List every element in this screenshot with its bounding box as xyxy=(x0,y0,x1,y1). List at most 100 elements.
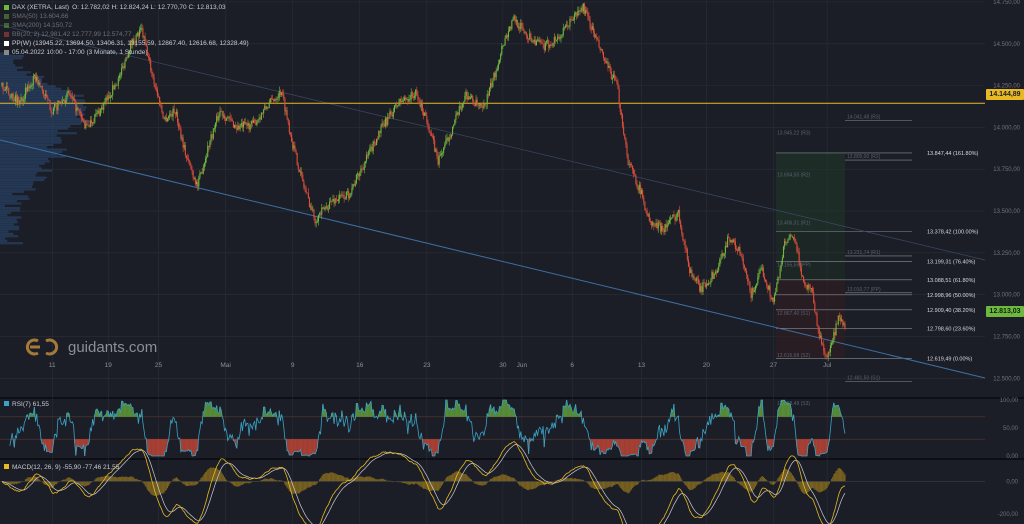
candle-body xyxy=(336,199,338,201)
candle-body xyxy=(351,188,353,193)
candle-body xyxy=(345,191,347,199)
candle-body xyxy=(430,133,432,136)
candle-body xyxy=(179,127,181,129)
profile-bar xyxy=(0,120,91,123)
candle-body xyxy=(736,248,738,251)
candle-body xyxy=(421,102,423,112)
candle-body xyxy=(503,45,505,46)
candle-body xyxy=(579,10,581,12)
candle-body xyxy=(27,85,29,92)
candle-body xyxy=(193,178,195,179)
pivot-label: 14.041,48 (R3) xyxy=(847,114,881,120)
candle-body xyxy=(166,118,169,122)
candle-body xyxy=(547,40,549,42)
candle-body xyxy=(84,121,86,129)
x-tick-label: 23 xyxy=(423,362,431,369)
fib-label: 13.378,42 (100.00%) xyxy=(927,229,979,235)
candle-body xyxy=(428,126,430,132)
legend-indicator[interactable]: BB(20, 2) 12.981,42 12.777,99 12.574,77 xyxy=(4,30,249,39)
candle-body xyxy=(697,279,700,284)
candle-body xyxy=(467,96,469,100)
legend-indicator[interactable]: 05.04.2022 10:00 - 17:00 (3 Monate, 1 St… xyxy=(4,48,249,57)
candle-body xyxy=(293,145,295,149)
profile-bar xyxy=(0,113,85,116)
candle-body xyxy=(327,208,330,210)
candle-body xyxy=(99,109,101,116)
macd-panel xyxy=(0,441,985,524)
candle-body xyxy=(353,184,355,186)
candle-body xyxy=(664,224,666,233)
candle-body xyxy=(294,145,296,151)
candle-body xyxy=(306,192,308,194)
candle-body xyxy=(760,269,762,271)
candle-body xyxy=(249,124,251,130)
candle-body xyxy=(103,103,105,110)
profile-bar xyxy=(0,239,8,243)
candle-body xyxy=(56,104,58,111)
profile-bar xyxy=(0,195,28,198)
candle-body xyxy=(581,7,583,12)
legend-indicator[interactable]: PP(W) (13945.22, 13694.50, 13406.31, 131… xyxy=(4,39,249,48)
candle-body xyxy=(183,144,185,148)
candle-body xyxy=(70,96,72,98)
candle-body xyxy=(104,101,106,104)
candle-body xyxy=(292,141,294,149)
candle-body xyxy=(185,155,188,159)
candle-body xyxy=(801,275,804,277)
candle-body xyxy=(312,209,314,211)
candle-body xyxy=(100,107,103,110)
profile-bar xyxy=(0,235,19,238)
candle-body xyxy=(28,85,30,89)
candle-body xyxy=(165,116,167,122)
candle-body xyxy=(348,191,350,199)
candle-body xyxy=(174,113,176,115)
candle-body xyxy=(188,158,190,161)
candle-body xyxy=(173,108,175,114)
candle-body xyxy=(731,240,733,243)
candle-body xyxy=(49,100,51,111)
candle-body xyxy=(352,184,354,189)
candle-body xyxy=(738,246,740,252)
candle-body xyxy=(815,312,817,314)
candle-body xyxy=(153,77,155,84)
candle-body xyxy=(405,97,407,100)
candle-body xyxy=(762,267,764,277)
legend-indicator[interactable]: SMA(200) 14.150,72 xyxy=(4,21,249,30)
candle-body xyxy=(76,107,78,112)
candle-body xyxy=(316,221,318,223)
rsi-label[interactable]: RSI(7) 61,55 xyxy=(4,401,49,408)
candle-body xyxy=(633,169,635,174)
macd-label[interactable]: MACD(12, 26, 9) -55,90 -77,46 21,55 xyxy=(4,464,119,471)
candle-body xyxy=(531,40,533,42)
candle-body xyxy=(126,57,128,59)
candle-body xyxy=(411,92,413,97)
candle-body xyxy=(412,96,414,98)
candle-body xyxy=(10,97,12,98)
profile-bar xyxy=(0,223,15,226)
candle-body xyxy=(302,174,304,182)
candle-body xyxy=(50,110,52,113)
candle-body xyxy=(806,285,808,290)
candle-body xyxy=(844,323,846,330)
candle-body xyxy=(619,103,621,113)
candle-body xyxy=(317,214,319,222)
candle-body xyxy=(816,313,818,326)
profile-bar xyxy=(0,211,12,214)
chart-canvas[interactable]: 13.847,44 (161.80%) 13.378,42 (100.00%) 13… xyxy=(0,0,1024,524)
profile-bar xyxy=(0,204,5,207)
candle-body xyxy=(269,98,271,103)
candle-body xyxy=(364,160,366,164)
candle-body xyxy=(837,315,839,324)
legend-indicator[interactable]: SMA(50) 13.604,66 xyxy=(4,12,249,21)
legend-instrument[interactable]: DAX (XETRA, Last) O: 12.782,02 H: 12.824… xyxy=(4,3,249,12)
x-tick-label: 13 xyxy=(638,362,646,369)
candle-body xyxy=(714,271,716,274)
candle-body xyxy=(661,225,663,232)
candle-body xyxy=(42,90,44,95)
candle-body xyxy=(181,137,183,139)
candle-body xyxy=(400,98,402,103)
brand-logo: guidants.com xyxy=(22,338,157,356)
candle-body xyxy=(231,120,233,122)
candle-body xyxy=(724,245,726,254)
candle-body xyxy=(506,35,508,38)
